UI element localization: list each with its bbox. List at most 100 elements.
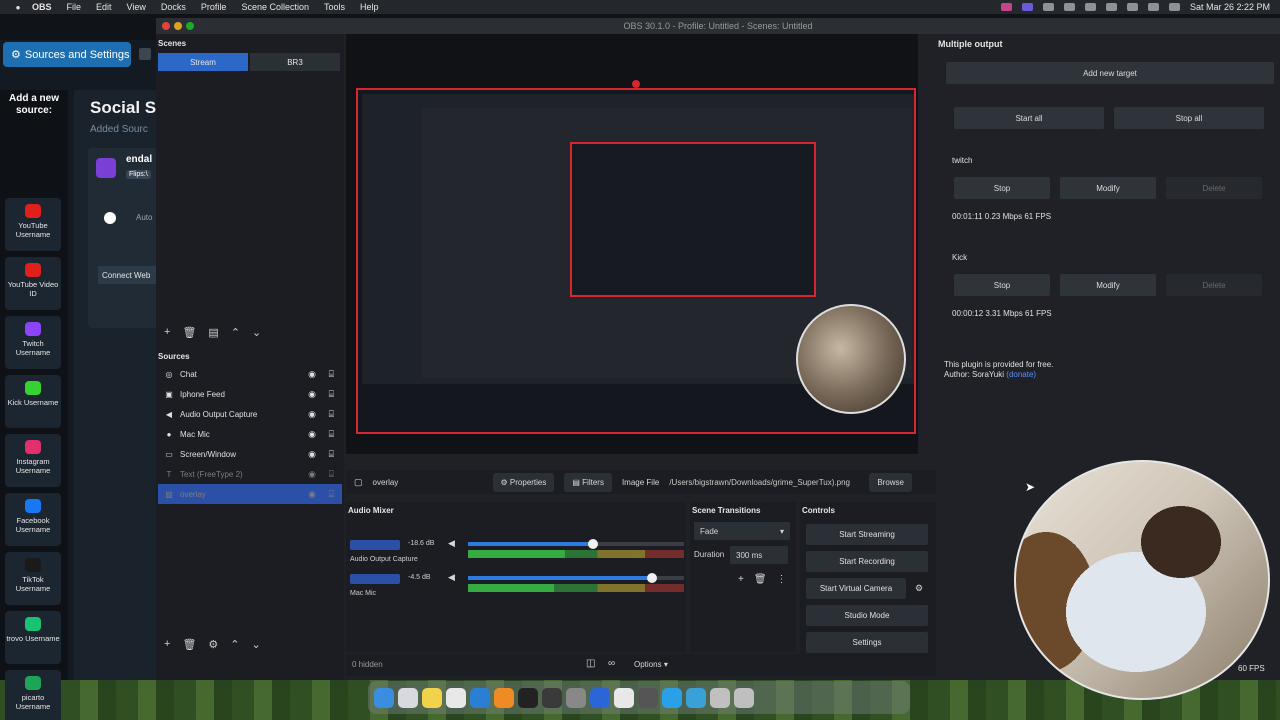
move-up-icon[interactable]: ⌃ (231, 326, 240, 339)
browse-button[interactable]: Browse (869, 472, 912, 492)
volume-icon[interactable] (1105, 3, 1117, 11)
donate-link[interactable]: (donate) (1006, 370, 1036, 379)
status-obs-icon[interactable] (1021, 3, 1033, 11)
connect-websocket-button[interactable]: Connect Web (98, 266, 160, 284)
transition-select[interactable]: Fade ▾ (694, 522, 790, 540)
source-type-button[interactable]: trovo Username (5, 611, 61, 664)
twitch-stop-button[interactable]: Stop (954, 177, 1050, 199)
obs-icon[interactable] (542, 687, 562, 708)
lock-icon[interactable]: ⌸ (329, 429, 334, 440)
speaker-icon[interactable]: ◀ (448, 572, 455, 583)
lock-icon[interactable]: ⌸ (329, 489, 334, 500)
source-type-button[interactable]: YouTube Video ID (5, 257, 61, 310)
search-icon[interactable] (1147, 3, 1159, 11)
kick-delete-button[interactable]: Delete (1166, 274, 1262, 296)
volume-knob[interactable] (646, 573, 657, 583)
settings-icon[interactable] (566, 687, 586, 708)
source-row[interactable]: ▨ overlay ◉ ⌸ (158, 484, 342, 504)
sourcetree-icon[interactable] (686, 687, 706, 708)
image-path-field[interactable]: /Users/bigstrawn/Downloads/grime_SuperTu… (669, 478, 859, 487)
status-sync-icon[interactable] (1042, 3, 1054, 11)
apple-icon[interactable]: ● (12, 3, 24, 12)
source-type-button[interactable]: Twitch Username (5, 316, 61, 369)
control-center-icon[interactable] (1168, 3, 1180, 11)
eye-icon[interactable]: ◉ (308, 449, 316, 460)
source-row[interactable]: T Text (FreeType 2) ◉ ⌸ (158, 464, 342, 484)
source-up-icon[interactable]: ⌃ (230, 638, 239, 651)
start-recording-button[interactable]: Start Recording (806, 551, 928, 572)
source-type-button[interactable]: picarto Username (5, 670, 61, 720)
filters-button[interactable]: ▤ Filters (564, 472, 612, 492)
source-row[interactable]: ◎ Chat ◉ ⌸ (158, 364, 342, 384)
transition-menu-icon[interactable]: ⋮ (777, 574, 787, 585)
source-row[interactable]: ◀ Audio Output Capture ◉ ⌸ (158, 404, 342, 424)
source-properties-icon[interactable]: ⚙ (208, 638, 218, 651)
stop-all-button[interactable]: Stop all (1114, 107, 1264, 129)
status-circle-icon[interactable] (1063, 3, 1075, 11)
safari-icon[interactable] (662, 687, 682, 708)
virtual-camera-settings-icon[interactable]: ⚙ (910, 578, 928, 599)
volume-slider[interactable] (468, 573, 684, 583)
studio-mode-button[interactable]: Studio Mode (806, 605, 928, 626)
add-scene-icon[interactable]: + (164, 326, 170, 339)
properties-button[interactable]: ⚙ Properties (492, 472, 555, 492)
link-icon[interactable]: ∞ (608, 658, 615, 669)
mixer-layout-icon[interactable]: ◫ (586, 658, 595, 669)
source-type-button[interactable]: Instagram Username (5, 434, 61, 487)
menu-file[interactable]: File (67, 2, 82, 12)
menu-scene-collection[interactable]: Scene Collection (241, 2, 309, 12)
source-type-button[interactable]: Facebook Username (5, 493, 61, 546)
eye-hidden-icon[interactable]: ◉ (308, 469, 316, 480)
close-window-icon[interactable] (162, 22, 170, 30)
finder-icon[interactable] (374, 687, 394, 708)
scene-stream[interactable]: Stream (158, 53, 248, 71)
remove-transition-icon[interactable]: 🗑 (754, 574, 767, 585)
menu-app-name[interactable]: OBS (32, 2, 52, 12)
browser-tab-icon[interactable] (139, 48, 151, 60)
auto-toggle[interactable] (104, 212, 116, 224)
menu-profile[interactable]: Profile (201, 2, 227, 12)
twitch-delete-button[interactable]: Delete (1166, 177, 1262, 199)
duration-input[interactable]: 300 ms (730, 546, 788, 564)
settings-button[interactable]: Settings (806, 632, 928, 653)
status-app-icon[interactable] (1000, 3, 1012, 11)
notes-icon[interactable] (422, 687, 442, 708)
minimize-window-icon[interactable] (174, 22, 182, 30)
source-type-button[interactable]: Kick Username (5, 375, 61, 428)
add-new-target-button[interactable]: Add new target (946, 62, 1274, 84)
xcode-icon[interactable] (590, 687, 610, 708)
source-row[interactable]: ● Mac Mic ◉ ⌸ (158, 424, 342, 444)
browser-tab-sources-settings[interactable]: ⚙ Sources and Settings (3, 42, 131, 67)
lock-icon[interactable]: ⌸ (329, 409, 334, 420)
eye-icon[interactable]: ◉ (308, 369, 316, 380)
source-down-icon[interactable]: ⌄ (252, 638, 261, 651)
rotate-handle[interactable] (632, 80, 640, 88)
source-type-button[interactable]: YouTube Username (5, 198, 61, 251)
volume-slider[interactable] (468, 539, 684, 549)
wifi-icon[interactable] (1126, 3, 1138, 11)
menu-edit[interactable]: Edit (96, 2, 112, 12)
menu-tools[interactable]: Tools (324, 2, 345, 12)
remove-source-icon[interactable]: 🗑 (182, 638, 196, 651)
kick-modify-button[interactable]: Modify (1060, 274, 1156, 296)
add-source-icon[interactable]: + (164, 638, 170, 651)
launchpad-icon[interactable] (398, 687, 418, 708)
speaker-icon[interactable]: ◀ (448, 538, 455, 549)
start-virtual-camera-button[interactable]: Start Virtual Camera (806, 578, 906, 599)
source-row[interactable]: ▭ Screen/Window ◉ ⌸ (158, 444, 342, 464)
lock-icon[interactable]: ⌸ (329, 369, 334, 380)
eye-icon[interactable]: ◉ (308, 429, 316, 440)
remove-scene-icon[interactable]: 🗑 (182, 326, 196, 339)
eye-hidden-icon[interactable]: ◉ (308, 489, 316, 500)
terminal-icon[interactable] (518, 687, 538, 708)
menu-view[interactable]: View (127, 2, 146, 12)
trash-icon[interactable] (734, 687, 754, 708)
menu-docks[interactable]: Docks (161, 2, 186, 12)
chrome-icon[interactable] (446, 687, 466, 708)
app-icon[interactable] (710, 687, 730, 708)
lock-icon[interactable]: ⌸ (329, 449, 334, 460)
start-streaming-button[interactable]: Start Streaming (806, 524, 928, 545)
lock-icon[interactable]: ⌸ (329, 469, 334, 480)
status-play-icon[interactable] (1084, 3, 1096, 11)
options-button[interactable]: Options ▾ (634, 660, 668, 669)
